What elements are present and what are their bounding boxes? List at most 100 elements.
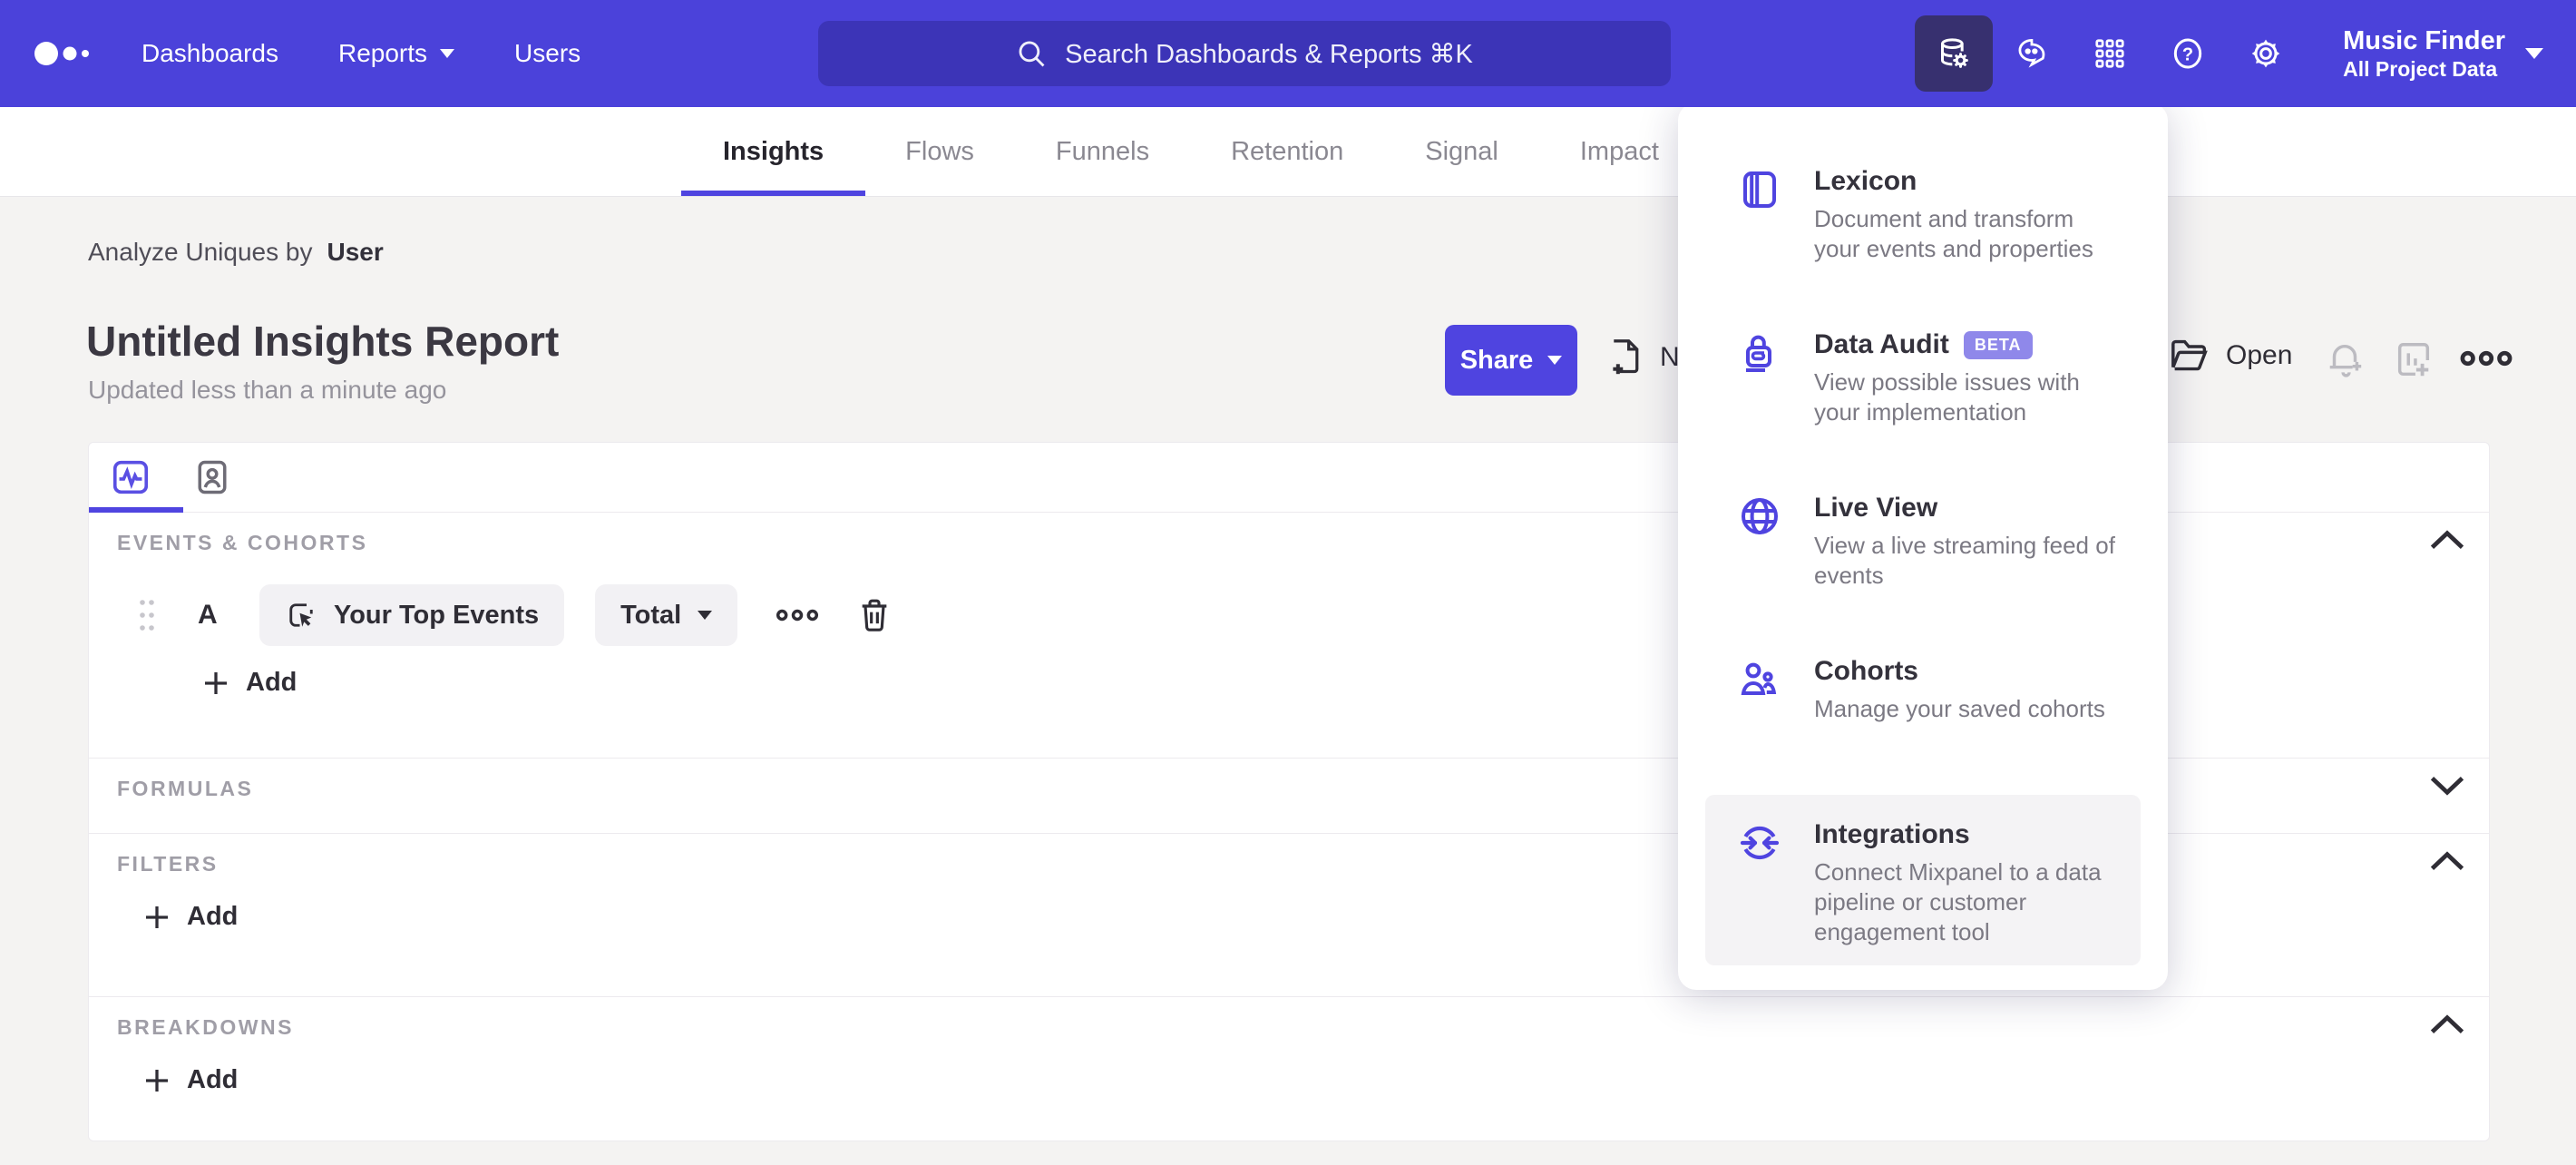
report-tabs: Insights Flows Funnels Retention Signal … xyxy=(680,107,1661,196)
menu-item-description: View possible issues with your implement… xyxy=(1814,368,2080,426)
collapse-filters-chevron-up-icon[interactable] xyxy=(2427,847,2467,875)
analyze-uniques-row: Analyze Uniques by User xyxy=(88,238,384,267)
report-type-tabbar: Insights Flows Funnels Retention Signal … xyxy=(0,107,2576,197)
menu-item-lexicon[interactable]: Lexicon Document and transform your even… xyxy=(1738,166,2137,264)
project-name: Music Finder xyxy=(2343,26,2505,55)
menu-item-text: Data Audit BETA View possible issues wit… xyxy=(1814,329,2122,427)
feedback-bubble-icon xyxy=(2018,38,2045,68)
tab-flows-label: Flows xyxy=(905,136,974,166)
tab-insights[interactable]: Insights xyxy=(680,107,866,196)
nav-dashboards-label: Dashboards xyxy=(141,39,278,67)
project-switcher[interactable]: Music Finder All Project Data xyxy=(2343,25,2543,82)
menu-item-text: Cohorts Manage your saved cohorts xyxy=(1814,656,2122,724)
database-gear-icon xyxy=(1941,38,1968,68)
nav-users[interactable]: Users xyxy=(514,39,581,68)
metric-selector-button[interactable]: Total xyxy=(595,584,738,646)
menu-item-cohorts[interactable]: Cohorts Manage your saved cohorts xyxy=(1738,656,2137,724)
lexicon-book-icon xyxy=(1743,171,1776,208)
menu-item-text: Lexicon Document and transform your even… xyxy=(1814,166,2122,264)
primary-nav: Dashboards Reports Users xyxy=(141,0,581,107)
active-tab-underline xyxy=(89,507,183,513)
data-management-button[interactable] xyxy=(1915,15,1994,92)
menu-item-title: Lexicon xyxy=(1814,166,1917,196)
document-plus-icon xyxy=(1613,339,1639,375)
share-button[interactable]: Share xyxy=(1445,325,1577,396)
report-title[interactable]: Untitled Insights Report xyxy=(86,317,559,366)
menu-item-live-view[interactable]: Live View View a live streaming feed of … xyxy=(1738,493,2137,591)
topbar-actions: ? Music Finder All Project Data xyxy=(1915,0,2576,107)
section-breakdowns-label: BREAKDOWNS xyxy=(117,1015,294,1039)
menu-item-title: Live View xyxy=(1814,493,1938,523)
apps-grid-icon xyxy=(2095,39,2124,68)
add-to-dashboard-button[interactable] xyxy=(2393,339,2435,381)
menu-item-text: Integrations Connect Mixpanel to a data … xyxy=(1814,819,2122,947)
add-filter-label: Add xyxy=(187,902,239,931)
menu-item-integrations[interactable]: Integrations Connect Mixpanel to a data … xyxy=(1738,819,2137,947)
tab-retention-label: Retention xyxy=(1231,136,1344,166)
metric-name: Total xyxy=(620,600,682,630)
nav-reports[interactable]: Reports xyxy=(337,39,455,68)
tab-retention[interactable]: Retention xyxy=(1229,107,1345,196)
mixpanel-app: Dashboards Reports Users Search Dashboar… xyxy=(0,0,2576,1165)
collapse-breakdowns-chevron-up-icon[interactable] xyxy=(2427,1011,2467,1038)
plus-icon xyxy=(205,671,227,694)
nav-dashboards[interactable]: Dashboards xyxy=(141,39,278,68)
add-breakdown-button[interactable]: Add xyxy=(143,1065,238,1095)
create-alert-button[interactable] xyxy=(2324,339,2366,381)
tab-impact[interactable]: Impact xyxy=(1578,107,1661,196)
menu-item-title: Data Audit xyxy=(1814,329,1949,359)
chevron-down-icon xyxy=(2525,48,2543,59)
tab-signal[interactable]: Signal xyxy=(1423,107,1500,196)
ellipsis-icon xyxy=(2460,350,2513,367)
mixpanel-logo-icon[interactable] xyxy=(34,30,98,77)
analyze-entity-selector[interactable]: User xyxy=(327,238,383,267)
chevron-down-icon xyxy=(440,49,455,58)
more-actions-button[interactable] xyxy=(2460,347,2513,370)
menu-item-description: View a live streaming feed of events xyxy=(1814,532,2115,589)
tab-funnels-label: Funnels xyxy=(1055,136,1150,166)
tab-funnels[interactable]: Funnels xyxy=(1054,107,1151,196)
chevron-down-icon xyxy=(698,611,713,620)
row-more-icon[interactable] xyxy=(776,605,819,625)
apps-grid-button[interactable] xyxy=(2071,15,2149,92)
add-filter-button[interactable]: Add xyxy=(143,902,238,932)
add-event-label: Add xyxy=(246,668,298,697)
data-management-menu: Lexicon Document and transform your even… xyxy=(1678,103,2168,990)
tab-flows[interactable]: Flows xyxy=(903,107,976,196)
tab-impact-label: Impact xyxy=(1579,136,1659,166)
plus-icon xyxy=(146,906,168,928)
updated-timestamp: Updated less than a minute ago xyxy=(88,376,447,404)
event-selector-button[interactable]: Your Top Events xyxy=(259,584,565,646)
data-audit-lock-icon xyxy=(1746,335,1771,372)
tab-events-metrics[interactable] xyxy=(109,455,152,499)
open-report-button[interactable]: Open xyxy=(2170,338,2292,374)
tab-signal-label: Signal xyxy=(1425,136,1498,166)
collapse-events-chevron-up-icon[interactable] xyxy=(2427,526,2467,553)
svg-text:?: ? xyxy=(2182,44,2193,64)
delete-row-trash-icon[interactable] xyxy=(857,597,892,633)
share-label: Share xyxy=(1459,345,1534,375)
expand-formulas-chevron-down-icon[interactable] xyxy=(2427,772,2467,799)
settings-button[interactable] xyxy=(2227,15,2305,92)
gear-icon xyxy=(2251,39,2280,68)
bell-plus-icon xyxy=(2329,345,2362,377)
help-button[interactable]: ? xyxy=(2149,15,2227,92)
section-filters-label: FILTERS xyxy=(117,852,219,876)
drag-handle-icon[interactable] xyxy=(136,597,158,633)
feedback-button[interactable] xyxy=(1993,15,2071,92)
search-input[interactable]: Search Dashboards & Reports ⌘K xyxy=(818,21,1671,86)
search-icon xyxy=(1019,41,1045,67)
tab-user-profiles[interactable] xyxy=(190,455,234,499)
chevron-down-icon xyxy=(1547,356,1563,365)
menu-item-description: Connect Mixpanel to a data pipeline or c… xyxy=(1814,858,2102,945)
series-label: A xyxy=(198,600,218,630)
help-icon: ? xyxy=(2173,38,2202,69)
menu-item-description: Manage your saved cohorts xyxy=(1814,695,2105,722)
menu-item-data-audit[interactable]: Data Audit BETA View possible issues wit… xyxy=(1738,329,2137,427)
nav-reports-label: Reports xyxy=(337,39,428,67)
add-event-button[interactable]: Add xyxy=(202,668,297,698)
integrations-sync-icon xyxy=(1740,826,1780,860)
analyze-prefix: Analyze Uniques by xyxy=(88,238,313,266)
pulse-chart-icon xyxy=(112,460,149,494)
event-click-icon xyxy=(289,603,313,627)
